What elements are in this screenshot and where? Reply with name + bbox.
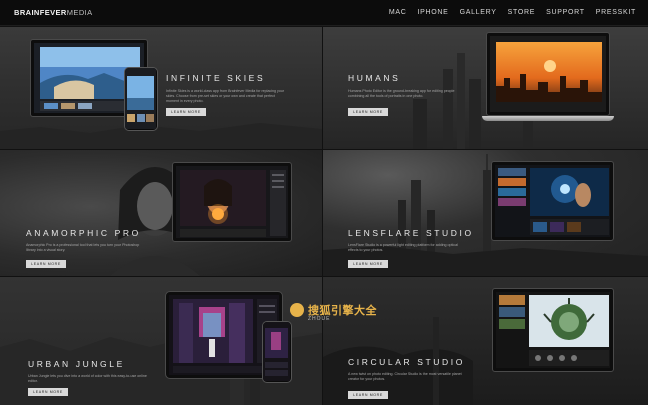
nav-item-store[interactable]: STORE	[508, 9, 536, 16]
laptop-mockup	[486, 32, 610, 116]
brand-logo[interactable]: BRAINFEVER MEDIA	[14, 8, 93, 17]
tile-description: Anamorphic Pro is a professional tool th…	[26, 243, 140, 252]
tile-lensflare-studio[interactable]: LENSFLARE STUDIO LensFlare Studio is a p…	[323, 150, 648, 276]
tile-infinite-skies[interactable]: INFINITE SKIES Infinite Skies is a world…	[0, 27, 322, 149]
phone-mockup	[262, 321, 292, 383]
tile-title: INFINITE SKIES	[166, 73, 266, 83]
watermark-subtext: ZHOUE	[308, 316, 331, 322]
brand-name-bold: BRAINFEVER	[14, 8, 67, 17]
tile-description: A new twist on photo editing. Circular S…	[348, 372, 462, 381]
watermark-logo-icon	[290, 303, 304, 317]
learn-more-button[interactable]: LEARN MORE	[26, 260, 66, 268]
tile-urban-jungle[interactable]: URBAN JUNGLE Urban Jungle lets you dive …	[0, 277, 322, 405]
app-screenshot	[490, 36, 606, 112]
learn-more-button[interactable]: LEARN MORE	[348, 391, 388, 399]
learn-more-button[interactable]: LEARN MORE	[348, 108, 388, 116]
nav-item-iphone[interactable]: IPHONE	[418, 9, 449, 16]
tile-title: HUMANS	[348, 73, 401, 83]
laptop-mockup	[172, 162, 292, 242]
tile-title: ANAMORPHIC PRO	[26, 228, 141, 238]
tile-title: CIRCULAR STUDIO	[348, 357, 465, 367]
phone-mockup	[124, 67, 158, 131]
laptop-mockup	[492, 288, 614, 372]
tile-description: Urban Jungle lets you dive into a world …	[28, 374, 147, 383]
tile-circular-studio[interactable]: CIRCULAR STUDIO A new twist on photo edi…	[323, 277, 648, 405]
nav-item-gallery[interactable]: GALLERY	[460, 9, 497, 16]
learn-more-button[interactable]: LEARN MORE	[348, 260, 388, 268]
learn-more-button[interactable]: LEARN MORE	[28, 388, 68, 396]
learn-more-button[interactable]: LEARN MORE	[166, 108, 206, 116]
nav-item-mac[interactable]: MAC	[389, 9, 407, 16]
nav-item-presskit[interactable]: PRESSKIT	[596, 9, 636, 16]
brand-name-light: MEDIA	[66, 8, 93, 17]
tile-anamorphic-pro[interactable]: ANAMORPHIC PRO Anamorphic Pro is a profe…	[0, 150, 322, 276]
tile-description: Humans Photo Editor is the ground-breaki…	[348, 89, 455, 98]
laptop-mockup	[491, 161, 614, 241]
tile-description: LensFlare Studio is a powerful light edi…	[348, 243, 458, 252]
main-menu: MAC IPHONE GALLERY STORE SUPPORT PRESSKI…	[389, 9, 636, 16]
tile-description: Infinite Skies is a world-class app from…	[166, 89, 285, 103]
nav-item-support[interactable]: SUPPORT	[546, 9, 585, 16]
product-grid: INFINITE SKIES Infinite Skies is a world…	[0, 27, 648, 405]
tile-title: URBAN JUNGLE	[28, 359, 125, 369]
app-screenshot	[495, 165, 610, 237]
tile-title: LENSFLARE STUDIO	[348, 228, 474, 238]
laptop-base	[482, 116, 614, 121]
top-nav-bar: BRAINFEVER MEDIA MAC IPHONE GALLERY STORE…	[0, 0, 648, 26]
tile-humans[interactable]: HUMANS Humans Photo Editor is the ground…	[323, 27, 648, 149]
watermark-overlay: 搜狐引擎大全 ZHOUE	[290, 302, 377, 322]
app-screenshot	[496, 292, 610, 368]
app-screenshot	[176, 166, 288, 238]
